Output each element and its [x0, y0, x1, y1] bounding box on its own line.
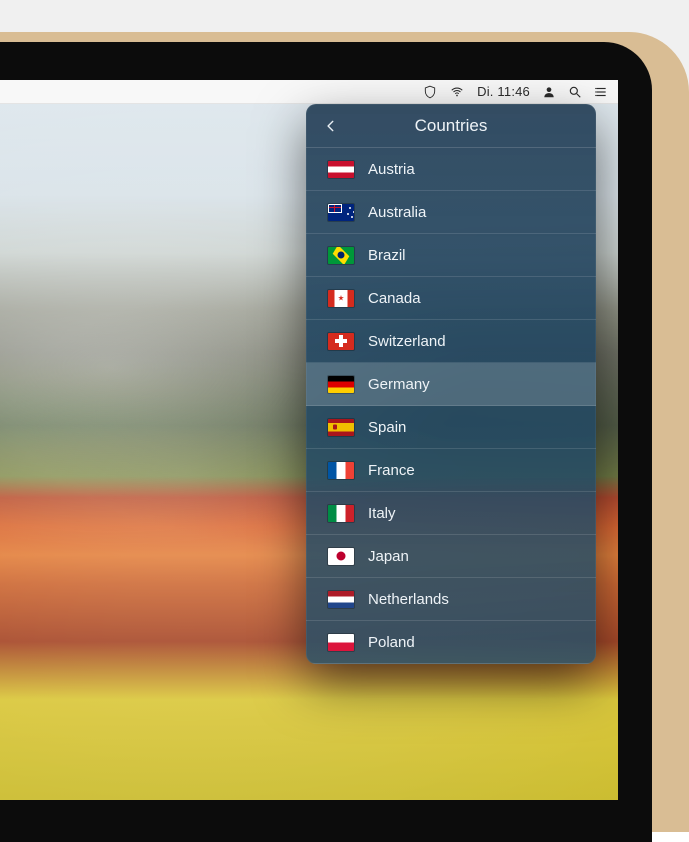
country-list: Austria Australia Brazil Canada Switzerland G… [306, 148, 596, 664]
country-item-ca[interactable]: Canada [306, 277, 596, 320]
country-item-au[interactable]: Australia [306, 191, 596, 234]
country-label: France [368, 462, 415, 479]
flag-jp-icon [328, 548, 354, 565]
flag-br-icon [328, 247, 354, 264]
country-item-pl[interactable]: Poland [306, 621, 596, 664]
country-label: Japan [368, 548, 409, 565]
flag-es-icon [328, 419, 354, 436]
flag-ch-icon [328, 333, 354, 350]
flag-nl-icon [328, 591, 354, 608]
country-label: Germany [368, 376, 430, 393]
vpn-shield-icon[interactable] [423, 80, 437, 103]
country-item-br[interactable]: Brazil [306, 234, 596, 277]
flag-de-icon [328, 376, 354, 393]
country-item-fr[interactable]: France [306, 449, 596, 492]
country-item-ch[interactable]: Switzerland [306, 320, 596, 363]
panel-header: Countries [306, 104, 596, 148]
device-frame: Di. 11:46 [0, 0, 689, 800]
flag-at-icon [328, 161, 354, 178]
flag-pl-icon [328, 634, 354, 651]
country-item-at[interactable]: Austria [306, 148, 596, 191]
spotlight-search-icon[interactable] [568, 80, 582, 103]
country-label: Switzerland [368, 333, 446, 350]
wifi-icon[interactable] [449, 80, 465, 103]
country-label: Italy [368, 505, 396, 522]
countries-panel: Countries Austria Australia Brazil Canada Sw… [306, 104, 596, 664]
country-item-de[interactable]: Germany [306, 363, 596, 406]
country-item-es[interactable]: Spain [306, 406, 596, 449]
back-button[interactable] [314, 104, 348, 147]
country-item-jp[interactable]: Japan [306, 535, 596, 578]
country-label: Spain [368, 419, 406, 436]
country-label: Canada [368, 290, 421, 307]
user-icon[interactable] [542, 80, 556, 103]
country-label: Netherlands [368, 591, 449, 608]
chevron-left-icon [324, 117, 338, 135]
menubar-clock[interactable]: Di. 11:46 [477, 80, 530, 103]
country-item-nl[interactable]: Netherlands [306, 578, 596, 621]
flag-ca-icon [328, 290, 354, 307]
flag-fr-icon [328, 462, 354, 479]
country-label: Poland [368, 634, 415, 651]
country-label: Austria [368, 161, 415, 178]
country-label: Australia [368, 204, 426, 221]
notification-center-icon[interactable] [594, 80, 608, 103]
panel-title: Countries [415, 116, 488, 136]
country-item-it[interactable]: Italy [306, 492, 596, 535]
screen: Di. 11:46 [0, 80, 618, 800]
flag-au-icon [328, 204, 354, 221]
flag-it-icon [328, 505, 354, 522]
menubar: Di. 11:46 [0, 80, 618, 104]
country-label: Brazil [368, 247, 406, 264]
